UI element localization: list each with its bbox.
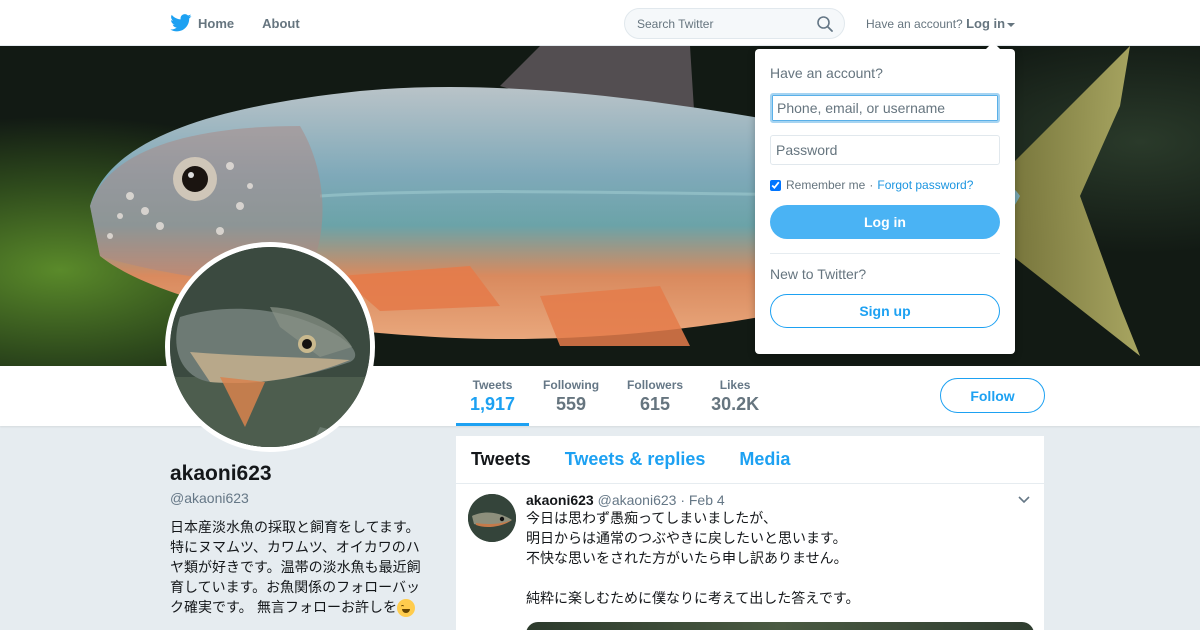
password-field[interactable] [770, 135, 1000, 165]
login-dropdown: Have an account? Remember me · Forgot pa… [755, 42, 1015, 354]
have-account-text: Have an account? [866, 17, 963, 31]
profile-bio: 日本産淡水魚の採取と飼育をしてます。特にヌマムツ、カワムツ、オイカワのハヤ類が好… [170, 518, 432, 618]
nav-home-label: Home [198, 15, 235, 31]
remember-separator: · [869, 178, 874, 192]
login-toggle: Have an account? Log in [866, 16, 1016, 31]
stat-following[interactable]: Following 559 [529, 366, 613, 426]
top-nav-bar: Home About Have an account? Log in [0, 0, 1200, 46]
tweet-date[interactable]: · Feb 4 [680, 492, 724, 508]
remember-row: Remember me · Forgot password? [770, 178, 1000, 192]
twitter-bird-icon [170, 14, 192, 32]
login-dropdown-title: Have an account? [770, 65, 883, 81]
profile-name[interactable]: akaoni623 [170, 462, 432, 486]
search-icon[interactable] [817, 16, 833, 32]
stat-value: 615 [640, 394, 671, 414]
search-box [624, 8, 845, 39]
remember-me-checkbox[interactable] [770, 179, 781, 191]
username-field[interactable] [770, 93, 1000, 123]
tab-tweets-replies[interactable]: Tweets & replies [565, 449, 706, 470]
tweet[interactable]: akaoni623 @akaoni623 · Feb 4 今日は思わず愚痴ってし… [456, 484, 1044, 609]
stat-value: 1,917 [470, 394, 516, 414]
tweet-author-name[interactable]: akaoni623 [526, 492, 594, 508]
tweet-avatar-image [468, 494, 516, 542]
grinning-sweat-emoji-icon [397, 599, 416, 617]
follow-button[interactable]: Follow [940, 378, 1045, 413]
remember-me-label[interactable]: Remember me [786, 178, 865, 192]
login-menu-button[interactable]: Log in [966, 16, 1005, 31]
stat-value: 30.2K [711, 394, 760, 414]
stat-value: 559 [556, 394, 587, 414]
login-button[interactable]: Log in [770, 205, 1000, 239]
profile-stats: Tweets 1,917 Following 559 Followers 615… [456, 366, 773, 426]
stat-label: Tweets [472, 378, 513, 392]
chevron-down-icon[interactable] [1018, 496, 1030, 504]
profile-avatar[interactable] [165, 242, 375, 452]
nav-about-label: About [262, 15, 300, 31]
avatar-fish-image [170, 247, 370, 447]
divider [770, 253, 1000, 254]
signup-button[interactable]: Sign up [770, 294, 1000, 328]
tab-tweets[interactable]: Tweets [471, 449, 531, 470]
tweet-author-handle[interactable]: @akaoni623 [598, 492, 677, 508]
timeline: Tweets Tweets & replies Media akaoni623 … [456, 436, 1044, 630]
nav-home-link[interactable]: Home [170, 14, 234, 32]
stat-likes[interactable]: Likes 30.2K [697, 366, 773, 426]
forgot-password-link[interactable]: Forgot password? [877, 178, 973, 192]
stat-label: Followers [627, 378, 684, 392]
stat-label: Likes [719, 378, 751, 392]
tab-media[interactable]: Media [739, 449, 790, 470]
tweet-text: 今日は思わず愚痴ってしまいましたが、 明日からは通常のつぶやきに戻したいと思いま… [526, 511, 860, 607]
new-to-twitter-text: New to Twitter? [770, 266, 867, 282]
tweet-header: akaoni623 @akaoni623 · Feb 4 [526, 492, 1032, 508]
profile-handle[interactable]: @akaoni623 [170, 490, 432, 506]
timeline-tabs: Tweets Tweets & replies Media [456, 436, 1044, 484]
search-input[interactable] [625, 16, 805, 31]
nav-about-link[interactable]: About [262, 16, 300, 31]
tweet-avatar[interactable] [468, 494, 516, 542]
stat-followers[interactable]: Followers 615 [613, 366, 697, 426]
nav-links: Home About [170, 0, 328, 46]
profile-bio-text: 日本産淡水魚の採取と飼育をしてます。特にヌマムツ、カワムツ、オイカワのハヤ類が好… [170, 520, 421, 616]
profile-info: akaoni623 @akaoni623 日本産淡水魚の採取と飼育をしてます。特… [170, 462, 432, 618]
tweet-media-image[interactable] [526, 622, 1034, 630]
caret-down-icon[interactable] [1007, 22, 1016, 27]
stat-tweets[interactable]: Tweets 1,917 [456, 366, 530, 426]
stat-label: Following [543, 378, 600, 392]
